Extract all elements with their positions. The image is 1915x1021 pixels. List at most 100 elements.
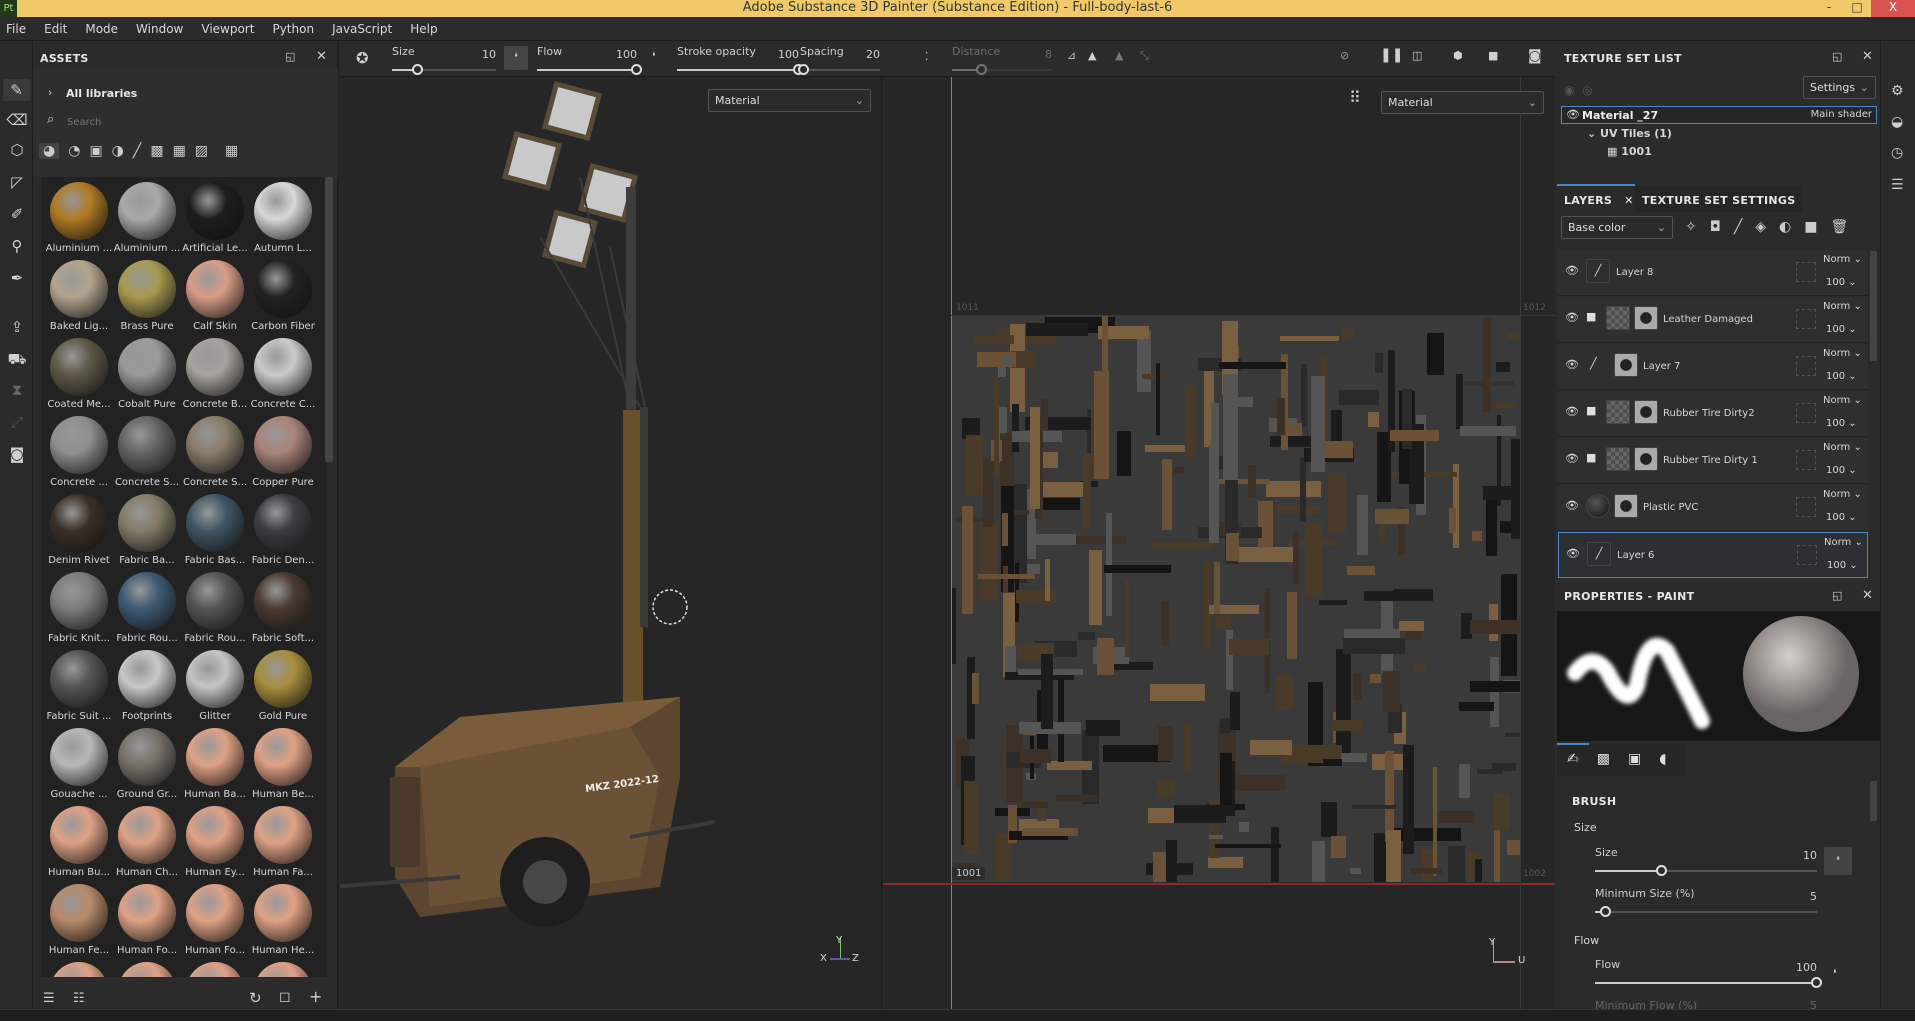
- layer-name[interactable]: Rubber Tire Dirty2: [1663, 408, 1755, 419]
- size-pressure-icon[interactable]: ❛: [504, 46, 528, 70]
- asset-item[interactable]: Concrete B...: [181, 335, 249, 413]
- geometry-mask-icon[interactable]: [1796, 450, 1816, 470]
- asset-item[interactable]: Human Ey...: [181, 803, 249, 881]
- opacity-dropdown[interactable]: 100 ⌄: [1826, 371, 1857, 382]
- log-icon[interactable]: ☰: [1891, 177, 1904, 193]
- slider-knob[interactable]: [1655, 865, 1667, 876]
- flow-slider[interactable]: Flow 100: [537, 45, 642, 75]
- opacity-dropdown[interactable]: 100 ⌄: [1826, 324, 1857, 335]
- asset-item[interactable]: Artificial Le...: [181, 179, 249, 257]
- menu-file[interactable]: File: [6, 22, 26, 36]
- symmetry-settings-icon[interactable]: ▲: [1115, 49, 1123, 62]
- mask-thumbnail[interactable]: [1634, 400, 1658, 424]
- slider-knob[interactable]: [798, 64, 809, 75]
- angle-icon[interactable]: ⊿: [1067, 49, 1076, 62]
- eye-icon[interactable]: 👁: [1565, 311, 1579, 324]
- asset-item[interactable]: Fabric Rou...: [181, 569, 249, 647]
- uv-tile-item[interactable]: ▦ 1001: [1607, 145, 1652, 158]
- add-icon[interactable]: +: [309, 987, 322, 1006]
- asset-item[interactable]: Fabric Suit ...: [45, 647, 113, 725]
- opacity-dropdown[interactable]: 100 ⌄: [1826, 512, 1857, 523]
- mask-thumbnail[interactable]: [1634, 306, 1658, 330]
- asset-item[interactable]: Concrete ...: [45, 413, 113, 491]
- asset-item[interactable]: Aluminium ...: [45, 179, 113, 257]
- add-paint-layer-icon[interactable]: ╱: [1734, 219, 1742, 235]
- display-channels-icon[interactable]: ⠿: [1349, 88, 1361, 107]
- close-panel-icon[interactable]: ✕: [1862, 49, 1873, 64]
- lazy-mouse-icon[interactable]: ⁚: [925, 50, 929, 63]
- sync-icon[interactable]: ◙: [6, 443, 28, 465]
- symmetry-icon[interactable]: ▲: [1088, 49, 1096, 62]
- stroke-opacity-slider[interactable]: Stroke opacity 100: [677, 45, 804, 75]
- layer-row[interactable]: 👁 ╱ Layer 7 Norm ⌄ 100 ⌄: [1558, 344, 1868, 390]
- geometry-mask-icon[interactable]: [1796, 403, 1816, 423]
- shader-settings-icon[interactable]: ◒: [1891, 114, 1903, 130]
- asset-item[interactable]: Human Fo...: [113, 881, 181, 959]
- hide-icon[interactable]: ⊘: [1340, 49, 1349, 62]
- opacity-dropdown[interactable]: 100 ⌄: [1826, 465, 1857, 476]
- texture-set-settings-dropdown[interactable]: Settings ⌄: [1803, 76, 1876, 99]
- asset-item[interactable]: Calf Skin: [181, 257, 249, 335]
- asset-item[interactable]: Ground Gr...: [113, 725, 181, 803]
- layer-name[interactable]: Leather Damaged: [1663, 314, 1753, 325]
- asset-item[interactable]: Fabric Rou...: [113, 569, 181, 647]
- clone-stamp-tool-icon[interactable]: ⚲: [6, 235, 28, 257]
- hourglass-icon[interactable]: ⧗: [6, 379, 28, 401]
- opacity-dropdown[interactable]: 100 ⌄: [1826, 277, 1857, 288]
- asset-item[interactable]: Fabric Den...: [249, 491, 317, 569]
- menu-window[interactable]: Window: [136, 22, 183, 36]
- opacity-dropdown[interactable]: 100 ⌄: [1827, 560, 1858, 571]
- filter-masks-icon[interactable]: ▣: [89, 143, 102, 159]
- asset-item[interactable]: Human He...: [249, 881, 317, 959]
- tab-texture-set-settings[interactable]: TEXTURE SET SETTINGS: [1635, 186, 1803, 212]
- geometry-mask-icon[interactable]: [1796, 309, 1816, 329]
- asset-item[interactable]: Autumn L...: [249, 179, 317, 257]
- layer-name[interactable]: Layer 8: [1616, 267, 1653, 278]
- menu-help[interactable]: Help: [410, 22, 437, 36]
- layer-row[interactable]: 👁 ■ Rubber Tire Dirty 1 Norm ⌄ 100 ⌄: [1558, 438, 1868, 484]
- geometry-mask-icon[interactable]: [1796, 262, 1816, 282]
- asset-item[interactable]: Human Ba...: [181, 725, 249, 803]
- undock-icon[interactable]: ◱: [1832, 589, 1842, 602]
- tab-material-icon[interactable]: ◖: [1659, 751, 1666, 767]
- asset-item[interactable]: Brass Pure: [113, 257, 181, 335]
- eye-icon[interactable]: 👁: [1565, 358, 1579, 371]
- layer-row[interactable]: 👁 ■ Leather Damaged Norm ⌄ 100 ⌄: [1558, 297, 1868, 343]
- asset-item[interactable]: Fabric Bas...: [181, 491, 249, 569]
- tab-layers[interactable]: LAYERS ✕: [1564, 194, 1634, 207]
- split-view-icon[interactable]: ◫: [1412, 49, 1422, 62]
- asset-item[interactable]: Denim Rivet: [45, 491, 113, 569]
- asset-item[interactable]: Aluminium ...: [113, 179, 181, 257]
- undock-icon[interactable]: ◱: [1832, 50, 1842, 63]
- asset-item[interactable]: Gouache ...: [45, 725, 113, 803]
- filter-generators-icon[interactable]: ◑: [112, 143, 124, 159]
- asset-item[interactable]: Human Fa...: [249, 803, 317, 881]
- slider-knob[interactable]: [976, 64, 987, 75]
- slider-knob[interactable]: [1600, 906, 1612, 917]
- asset-item[interactable]: [45, 959, 113, 977]
- geometry-mask-icon[interactable]: [1797, 545, 1817, 565]
- filter-alphas-icon[interactable]: ▩: [150, 143, 163, 159]
- mask-thumbnail[interactable]: [1614, 494, 1638, 518]
- filter-brushes-icon[interactable]: ╱: [133, 143, 141, 159]
- asset-item[interactable]: Human Fo...: [181, 881, 249, 959]
- refresh-icon[interactable]: ↻: [249, 989, 262, 1007]
- layers-scrollbar[interactable]: [1870, 251, 1877, 361]
- layer-row[interactable]: 👁 Plastic PVC Norm ⌄ 100 ⌄: [1558, 485, 1868, 531]
- add-mask-icon[interactable]: ◐: [1779, 219, 1791, 235]
- eraser-tool-icon[interactable]: ⌫: [6, 109, 28, 131]
- asset-item[interactable]: Human Fe...: [45, 881, 113, 959]
- geometry-mask-icon[interactable]: [1796, 497, 1816, 517]
- asset-item[interactable]: Human Be...: [249, 725, 317, 803]
- menu-viewport[interactable]: Viewport: [201, 22, 254, 36]
- add-effect-icon[interactable]: ✧: [1685, 219, 1697, 235]
- channel-icon[interactable]: [903, 245, 923, 269]
- blend-mode-dropdown[interactable]: Norm ⌄: [1823, 301, 1862, 312]
- asset-item[interactable]: Concrete S...: [181, 413, 249, 491]
- uv-tiles-group[interactable]: ⌄ UV Tiles (1): [1587, 127, 1672, 140]
- save-query-icon[interactable]: ☰: [43, 991, 55, 1006]
- tab-stencil-icon[interactable]: ▣: [1628, 751, 1641, 767]
- filter-environments-icon[interactable]: ▨: [195, 143, 208, 159]
- maximize-button[interactable]: □: [1843, 0, 1871, 17]
- eye-icon[interactable]: 👁: [1565, 405, 1579, 418]
